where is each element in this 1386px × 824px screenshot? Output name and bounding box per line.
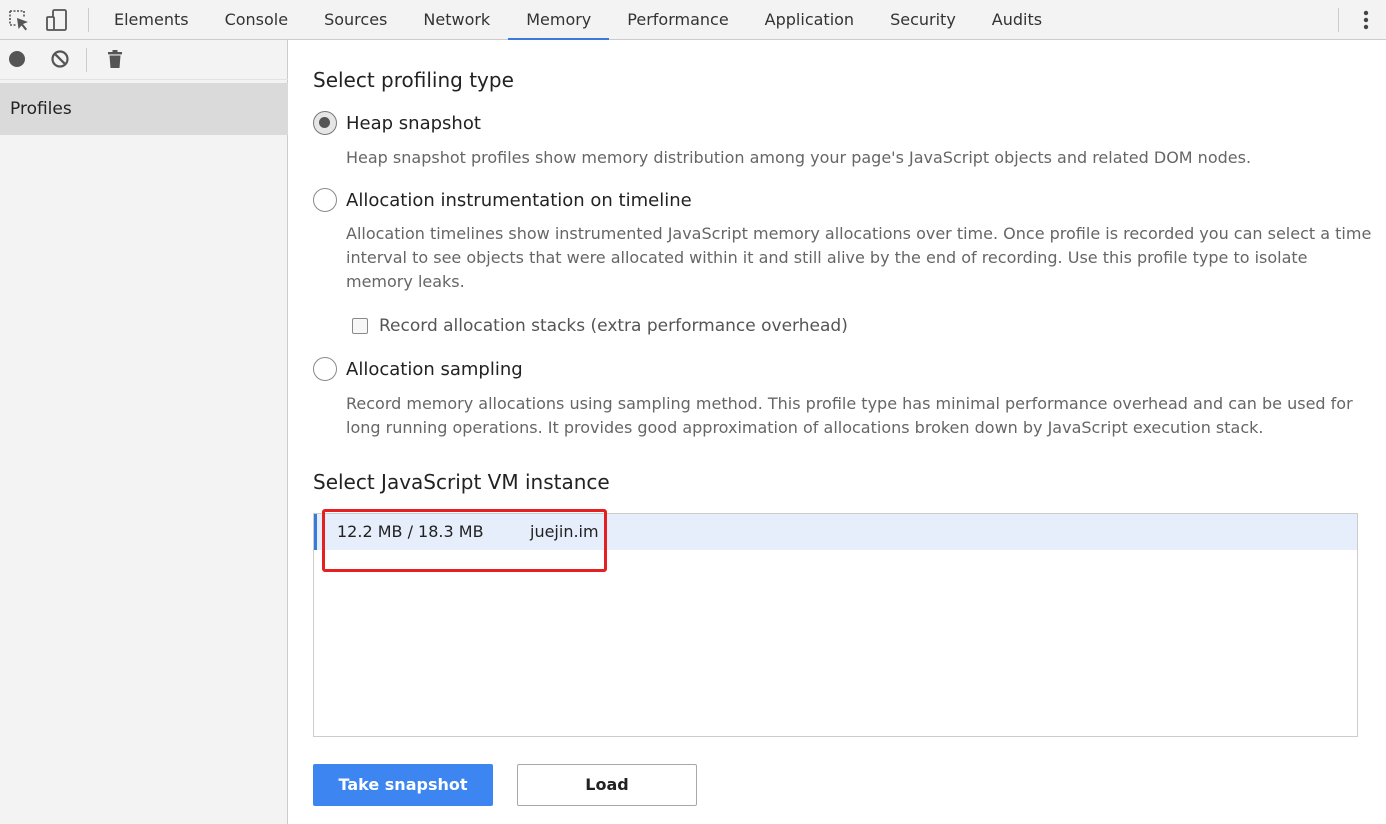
devtools-tab-bar: Elements Console Sources Network Memory … <box>0 0 1386 40</box>
option-heap-snapshot[interactable]: Heap snapshot <box>313 110 481 136</box>
vm-url: juejin.im <box>530 522 599 541</box>
toolbar-divider <box>86 48 87 72</box>
inspect-element-icon[interactable] <box>6 7 32 33</box>
tab-network[interactable]: Network <box>405 0 508 40</box>
record-stacks-option[interactable]: Record allocation stacks (extra performa… <box>352 314 848 338</box>
option-allocation-sampling[interactable]: Allocation sampling <box>313 356 523 382</box>
vm-memory-usage: 12.2 MB / 18.3 MB <box>337 522 484 541</box>
toolbar-divider <box>1338 8 1339 32</box>
record-icon[interactable] <box>6 48 28 70</box>
allocation-sampling-label[interactable]: Allocation sampling <box>346 359 523 380</box>
memory-panel: Select profiling type Heap snapshot Heap… <box>289 40 1386 824</box>
profiling-type-heading: Select profiling type <box>313 68 514 92</box>
tab-elements[interactable]: Elements <box>96 0 207 40</box>
more-options-icon[interactable] <box>1356 8 1376 32</box>
allocation-timeline-radio[interactable] <box>313 188 337 212</box>
sidebar-toolbar <box>0 40 288 80</box>
device-toolbar-icon[interactable] <box>44 7 70 33</box>
load-button[interactable]: Load <box>517 764 697 806</box>
sidebar-item-profiles[interactable]: Profiles <box>0 83 288 135</box>
tab-memory[interactable]: Memory <box>508 0 610 40</box>
tab-application[interactable]: Application <box>747 0 872 40</box>
tab-audits[interactable]: Audits <box>974 0 1060 40</box>
allocation-sampling-radio[interactable] <box>313 357 337 381</box>
trash-icon[interactable] <box>104 48 126 70</box>
panel-tabs: Elements Console Sources Network Memory … <box>96 0 1060 40</box>
vm-instance-row[interactable]: 12.2 MB / 18.3 MB juejin.im <box>314 514 1357 550</box>
heap-snapshot-description: Heap snapshot profiles show memory distr… <box>346 148 1252 167</box>
record-stacks-label[interactable]: Record allocation stacks (extra performa… <box>379 316 848 336</box>
record-stacks-checkbox[interactable] <box>352 318 368 334</box>
allocation-timeline-description: Allocation timelines show instrumented J… <box>346 224 1372 291</box>
tab-performance[interactable]: Performance <box>609 0 746 40</box>
vm-instance-heading: Select JavaScript VM instance <box>313 470 610 494</box>
take-snapshot-button[interactable]: Take snapshot <box>313 764 493 806</box>
tab-sources[interactable]: Sources <box>306 0 405 40</box>
heap-snapshot-label[interactable]: Heap snapshot <box>346 113 481 134</box>
option-allocation-timeline[interactable]: Allocation instrumentation on timeline <box>313 187 692 213</box>
heap-snapshot-radio[interactable] <box>313 111 337 135</box>
profiles-sidebar: Profiles <box>0 40 288 824</box>
tab-security[interactable]: Security <box>872 0 974 40</box>
toolbar-divider <box>88 8 89 32</box>
allocation-timeline-label[interactable]: Allocation instrumentation on timeline <box>346 190 692 211</box>
tab-console[interactable]: Console <box>207 0 307 40</box>
allocation-sampling-description: Record memory allocations using sampling… <box>346 394 1353 437</box>
vm-instance-list: 12.2 MB / 18.3 MB juejin.im <box>313 513 1358 737</box>
clear-icon[interactable] <box>49 48 71 70</box>
